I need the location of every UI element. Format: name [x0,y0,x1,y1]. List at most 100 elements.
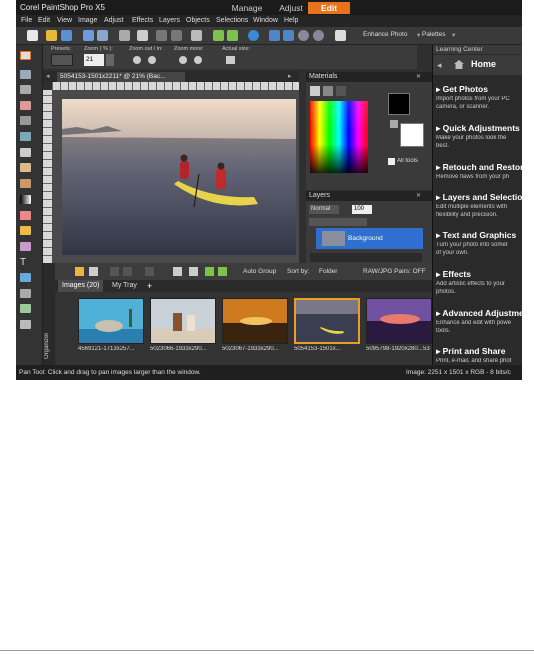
red-eye-tool-icon[interactable] [20,148,31,157]
menu-window[interactable]: Window [253,16,278,26]
rotate-left-icon[interactable] [213,30,224,41]
layer-row-background[interactable]: Background [316,228,423,249]
menu-selections[interactable]: Selections [216,16,248,26]
menu-objects[interactable]: Objects [186,16,210,26]
text-tool-icon[interactable]: T [20,258,31,268]
lc-section-layers-selections[interactable]: ▸ Layers and Selections Edit multiple el… [436,192,522,219]
organizer-rotate-right-icon[interactable] [218,267,227,276]
tab-scroll-left-icon[interactable]: ◂ [46,72,50,80]
pen-tool-icon[interactable] [20,289,31,298]
tab-my-tray[interactable]: My Tray [108,280,137,292]
makeover-tool-icon[interactable] [20,163,31,172]
dodge-tool-icon[interactable] [20,195,31,204]
tab-images[interactable]: Images (20) [58,280,103,292]
redo-icon[interactable] [171,30,182,41]
zoom-more-in-button[interactable] [194,56,202,64]
pan-tool-icon[interactable] [20,51,31,60]
layers-toolbar[interactable] [310,253,422,262]
pick-tool-icon[interactable] [20,70,31,79]
organizer-view-icon[interactable] [89,267,98,276]
selection-tool-icon[interactable] [20,85,31,94]
fill-tool-icon[interactable] [20,242,31,251]
warp-tool-icon[interactable] [20,304,31,313]
thumbnail-5[interactable] [366,298,432,344]
clone-brush-icon[interactable] [20,179,31,188]
materials-close-icon[interactable]: ✕ [416,73,421,80]
actual-size-button[interactable] [226,56,235,64]
document-tab[interactable]: 5054153-1501x2211* @ 21% (Bac... [57,72,185,82]
home-icon[interactable] [454,60,464,69]
menu-help[interactable]: Help [284,16,298,26]
crop-tool-icon[interactable] [20,116,31,125]
sort-by-dropdown[interactable]: Folder [319,268,337,275]
layer-lock-controls[interactable] [309,218,367,226]
lc-section-get-photos[interactable]: ▸ Get Photos Import photos from your PC … [436,84,522,111]
save-icon[interactable] [83,30,94,41]
lc-section-advanced-adjustments[interactable]: ▸ Advanced Adjustments Enhance and edit … [436,308,522,335]
rainbow-mode-icon[interactable] [323,86,333,96]
lc-section-retouch-restore[interactable]: ▸ Retouch and Restore Remove flaws from … [436,162,522,181]
thumbnail-3[interactable] [222,298,288,344]
art-media-tool-icon[interactable] [20,320,31,329]
all-tools-checkbox[interactable] [388,158,395,165]
lc-section-quick-adjustments[interactable]: ▸ Quick Adjustments Make your photos loo… [436,123,522,150]
zoom-in-button[interactable] [148,56,156,64]
organizer-tag-icon[interactable] [110,267,119,276]
thumbnail-1[interactable] [78,298,144,344]
canvas-area[interactable] [52,90,299,272]
tab-manage[interactable]: Manage [223,2,271,14]
organizer-filter-icon[interactable] [145,267,154,276]
paint-brush-icon[interactable] [20,211,31,220]
menu-file[interactable]: File [21,16,32,26]
undo-icon[interactable] [156,30,167,41]
zoom-spinner[interactable] [106,54,114,66]
save-as-icon[interactable] [97,30,108,41]
dropper-tool-icon[interactable] [20,101,31,110]
auto-group-button[interactable]: Auto Group [243,268,276,275]
email-icon[interactable] [119,30,130,41]
lc-section-text-graphics[interactable]: ▸ Text and Graphics Turn your photo into… [436,230,522,257]
print-icon[interactable] [137,30,148,41]
layer-opacity-input[interactable]: 100 [352,205,372,214]
organizer-share-icon[interactable] [173,267,182,276]
zoom-percent-input[interactable]: 21 [84,54,104,66]
organizer-capture-icon[interactable] [189,267,198,276]
lc-section-effects[interactable]: ▸ Effects Add artistic effects to your p… [436,269,522,296]
back-arrow-icon[interactable]: ◂ [437,60,442,71]
new-file-icon[interactable] [27,30,38,41]
foreground-color-swatch[interactable] [388,93,410,115]
layout-icon[interactable] [335,30,346,41]
zoom-in-icon[interactable] [313,30,324,41]
palettes-dropdown-icon[interactable]: ▾ [452,31,455,39]
menu-effects[interactable]: Effects [132,16,153,26]
menu-adjust[interactable]: Adjust [104,16,123,26]
browse-icon[interactable] [61,30,72,41]
resize-icon[interactable] [191,30,202,41]
tab-adjust[interactable]: Adjust [270,2,312,14]
frame-mode-icon[interactable] [310,86,320,96]
thumbnail-2[interactable] [150,298,216,344]
presets-dropdown[interactable] [51,54,73,66]
menu-image[interactable]: Image [78,16,97,26]
rotate-right-icon[interactable] [227,30,238,41]
menu-edit[interactable]: Edit [38,16,50,26]
info-icon[interactable] [248,30,259,41]
swap-colors-icon[interactable] [390,120,398,128]
enhance-dropdown-icon[interactable]: ▾ [417,31,420,39]
organizer-folder-icon[interactable] [75,267,84,276]
blend-mode-dropdown[interactable]: Normal [309,205,339,214]
zoom-out-icon[interactable] [298,30,309,41]
fit-window-icon[interactable] [269,30,280,41]
organizer-rotate-left-icon[interactable] [205,267,214,276]
eraser-tool-icon[interactable] [20,226,31,235]
shape-tool-icon[interactable] [20,273,31,282]
tab-scroll-right-icon[interactable]: ▸ [288,72,292,80]
color-spectrum[interactable] [310,101,368,173]
straighten-tool-icon[interactable] [20,132,31,141]
swatches-mode-icon[interactable] [336,86,346,96]
full-screen-icon[interactable] [283,30,294,41]
raw-jpg-pairs-dropdown[interactable]: RAW/JPG Pairs: OFF [363,268,426,275]
palettes-button[interactable]: Palettes [422,31,446,38]
organizer-edit-icon[interactable] [123,267,132,276]
tab-edit[interactable]: Edit [308,2,350,14]
